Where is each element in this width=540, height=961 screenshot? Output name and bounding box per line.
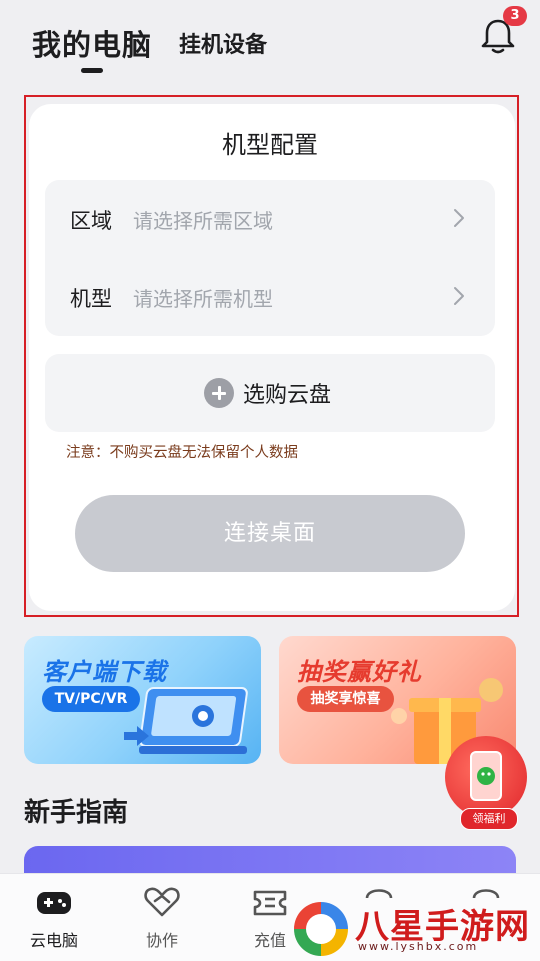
lottery-banner-title: 抽奖赢好礼 (297, 658, 422, 686)
heart-handshake-icon (144, 887, 180, 917)
region-select[interactable]: 请选择所需区域 (133, 205, 273, 234)
buy-cloud-disk-label: 选购云盘 (243, 383, 332, 408)
nav-label: 协作 (145, 931, 178, 950)
nav-label: 云电脑 (29, 931, 78, 950)
notice-text: 注意：不购买云盘无法保留个人数据 (66, 445, 298, 461)
welfare-float-button[interactable] (445, 736, 527, 818)
model-label: 机型 (70, 287, 112, 311)
notification-badge: 3 (503, 6, 527, 26)
download-banner-title: 客户端下载 (42, 658, 167, 686)
chevron-right-icon[interactable] (452, 208, 466, 228)
nav-cloud-computer[interactable]: 云电脑 (19, 884, 89, 950)
watermark-logo (294, 902, 348, 956)
welfare-label[interactable]: 领福利 (460, 808, 518, 830)
chevron-right-icon[interactable] (452, 286, 466, 306)
gamepad-icon (37, 892, 71, 914)
ticket-icon (253, 890, 287, 916)
lottery-pill: 抽奖享惊喜 (297, 686, 394, 712)
nav-collaborate[interactable]: 协作 (127, 884, 197, 950)
selection-panel (45, 180, 495, 336)
connect-desktop-button[interactable]: 连接桌面 (75, 495, 465, 572)
laptop-illustration-icon (124, 687, 248, 754)
download-platforms-pill: TV/PC/VR (42, 686, 140, 712)
tab-my-computer[interactable]: 我的电脑 (32, 22, 152, 64)
watermark-url: www.lyshbx.com (358, 940, 479, 953)
nav-icon-partial (365, 889, 393, 898)
tab-idle-devices[interactable]: 挂机设备 (179, 27, 267, 59)
model-select[interactable]: 请选择所需机型 (133, 283, 273, 312)
guide-section-title: 新手指南 (24, 798, 129, 828)
phone-wechat-icon (470, 751, 502, 801)
nav-icon-partial (472, 889, 500, 898)
active-tab-indicator (81, 68, 103, 73)
plus-icon (204, 378, 234, 408)
region-label: 区域 (70, 209, 112, 233)
card-title: 机型配置 (222, 131, 318, 159)
